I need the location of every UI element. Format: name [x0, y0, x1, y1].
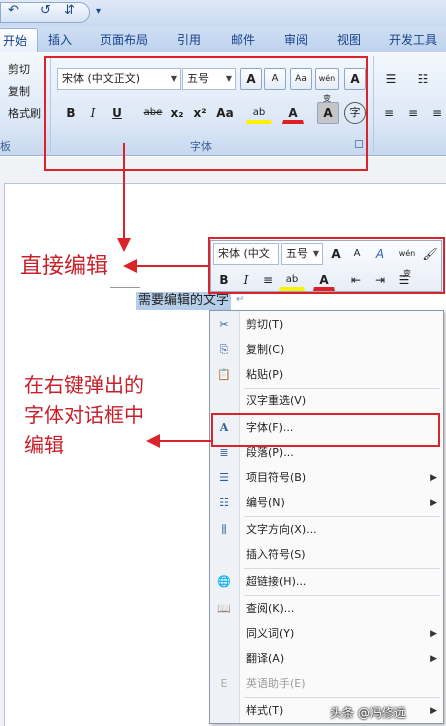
watermark: 头条 @冯修远 [330, 706, 406, 720]
right-click-edit-annotation: 在右键弹出的 字体对话框中 编辑 [24, 373, 144, 457]
arrow-head-left-icon [123, 259, 137, 273]
direct-edit-annotation: 直接编辑 [20, 254, 109, 279]
arrow-head-left-icon [146, 434, 160, 448]
arrow-head-down-icon [117, 238, 131, 252]
annotation-arrows [117, 143, 212, 448]
